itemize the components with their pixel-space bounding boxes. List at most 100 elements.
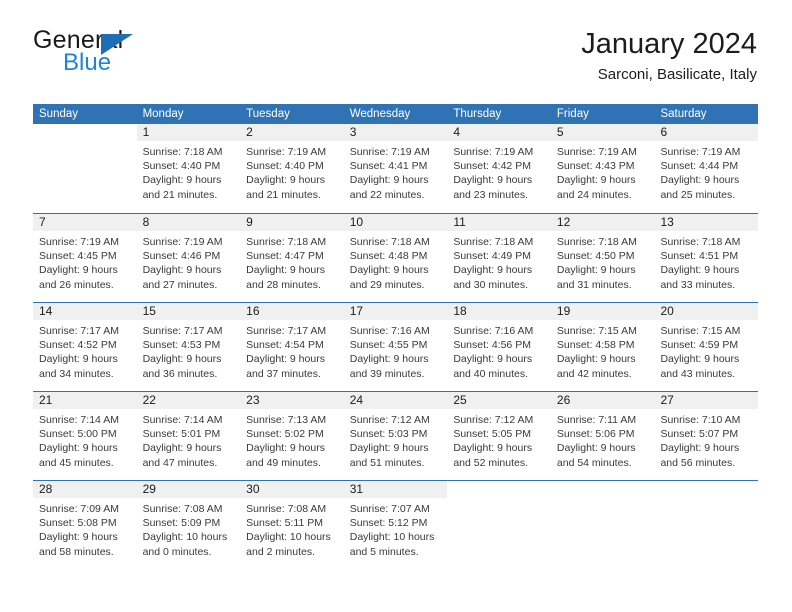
day-number: 5 [550,124,655,141]
page-subtitle: Sarconi, Basilicate, Italy [597,66,757,83]
day-number: 4 [447,124,551,141]
sunrise-time: Sunrise: 7:18 AM [142,146,223,158]
calendar-page: General Blue January 2024 Sarconi, Basil… [0,0,792,612]
calendar-day-cell[interactable]: 5 Sunrise: 7:19 AM Sunset: 4:43 PM Daylight… [550,124,655,213]
day-number: 13 [654,214,759,231]
daylight-duration-hours: Daylight: 9 hours [39,353,118,366]
day-number: 6 [654,124,759,141]
calendar-week-row: 28 Sunrise: 7:09 AM Sunset: 5:08 PM Dayligh… [33,480,758,570]
calendar-day-cell[interactable]: 19 Sunrise: 7:15 AM Sunset: 4:58 PM Dayligh… [550,303,655,391]
day-info: Sunrise: 7:12 AM Sunset: 5:03 PM Daylight:… [344,409,448,470]
calendar-day-cell[interactable]: 14 Sunrise: 7:17 AM Sunset: 4:52 PM Dayligh… [33,303,137,391]
day-number: 7 [33,214,137,231]
sunset-time: Sunset: 4:48 PM [349,250,428,263]
day-number: 3 [343,124,448,141]
calendar-day-cell[interactable]: 13 Sunrise: 7:18 AM Sunset: 4:51 PM Dayligh… [654,214,759,302]
daylight-duration-hours: Daylight: 9 hours [39,264,118,277]
daylight-duration-hours: Daylight: 9 hours [453,264,533,277]
daylight-duration-minutes: and 27 minutes. [142,278,218,291]
calendar-day-cell[interactable]: 29 Sunrise: 7:08 AM Sunset: 5:09 PM Dayligh… [136,481,241,570]
daylight-duration-hours: Daylight: 9 hours [39,442,118,455]
day-info: Sunrise: 7:19 AM Sunset: 4:46 PM Daylight:… [137,231,241,292]
calendar-day-cell[interactable]: 31 Sunrise: 7:07 AM Sunset: 5:12 PM Dayligh… [343,481,448,570]
calendar-day-cell[interactable]: 11 Sunrise: 7:18 AM Sunset: 4:49 PM Dayligh… [447,214,551,302]
calendar-day-cell[interactable]: 28 Sunrise: 7:09 AM Sunset: 5:08 PM Dayligh… [33,481,137,570]
daylight-duration-minutes: and 2 minutes. [246,545,316,558]
sunset-time: Sunset: 4:56 PM [453,339,531,352]
calendar-day-cell-empty [551,481,655,570]
general-blue-logo[interactable]: General Blue [33,26,263,86]
calendar-day-cell-empty [654,481,758,570]
calendar-day-cell[interactable]: 18 Sunrise: 7:16 AM Sunset: 4:56 PM Dayligh… [447,303,551,391]
title-block: January 2024 Sarconi, Basilicate, Italy [581,26,757,86]
day-number: 25 [447,392,551,409]
daylight-duration-hours: Daylight: 9 hours [142,353,222,366]
daylight-duration-minutes: and 24 minutes. [556,188,632,201]
daylight-duration-hours: Daylight: 9 hours [349,442,429,455]
calendar-day-cell[interactable]: 4 Sunrise: 7:19 AM Sunset: 4:42 PM Daylight… [447,124,551,213]
daylight-duration-minutes: and 51 minutes. [349,456,425,469]
daylight-duration-minutes: and 33 minutes. [660,278,736,291]
calendar-day-cell[interactable]: 26 Sunrise: 7:11 AM Sunset: 5:06 PM Dayligh… [550,392,655,480]
sunset-time: Sunset: 4:59 PM [660,339,739,352]
day-info: Sunrise: 7:18 AM Sunset: 4:48 PM Daylight:… [344,231,448,292]
daylight-duration-hours: Daylight: 9 hours [246,174,325,187]
daylight-duration-hours: Daylight: 10 hours [142,531,228,544]
calendar-day-cell[interactable]: 3 Sunrise: 7:19 AM Sunset: 4:41 PM Daylight… [343,124,448,213]
day-info: Sunrise: 7:16 AM Sunset: 4:56 PM Daylight:… [447,320,551,381]
sunset-time: Sunset: 4:47 PM [246,250,324,263]
calendar-week-row: 7 Sunrise: 7:19 AM Sunset: 4:45 PM Daylight… [33,213,759,302]
daylight-duration-hours: Daylight: 9 hours [660,353,740,366]
daylight-duration-hours: Daylight: 9 hours [246,353,325,366]
calendar-day-cell[interactable]: 24 Sunrise: 7:12 AM Sunset: 5:03 PM Dayligh… [343,392,448,480]
calendar-day-cell[interactable]: 2 Sunrise: 7:19 AM Sunset: 4:40 PM Daylight… [240,124,344,213]
daylight-duration-minutes: and 21 minutes. [246,188,321,201]
calendar-day-cell[interactable]: 27 Sunrise: 7:10 AM Sunset: 5:07 PM Dayligh… [654,392,759,480]
daylight-duration-minutes: and 31 minutes. [556,278,632,291]
day-info: Sunrise: 7:15 AM Sunset: 4:59 PM Daylight:… [654,320,758,381]
sunset-time: Sunset: 4:44 PM [660,160,739,173]
sunrise-time: Sunrise: 7:16 AM [349,325,430,337]
calendar-day-cell[interactable]: 21 Sunrise: 7:14 AM Sunset: 5:00 PM Dayligh… [33,392,137,480]
day-number: 14 [33,303,137,320]
day-info: Sunrise: 7:19 AM Sunset: 4:40 PM Daylight:… [240,141,344,202]
sunrise-time: Sunrise: 7:17 AM [246,325,327,337]
calendar-day-cell[interactable]: 17 Sunrise: 7:16 AM Sunset: 4:55 PM Dayligh… [343,303,448,391]
day-number: 27 [654,392,759,409]
sunrise-time: Sunrise: 7:18 AM [660,236,741,248]
sunset-time: Sunset: 4:49 PM [453,250,531,263]
calendar-day-cell[interactable]: 22 Sunrise: 7:14 AM Sunset: 5:01 PM Dayligh… [136,392,241,480]
calendar-day-cell[interactable]: 9 Sunrise: 7:18 AM Sunset: 4:47 PM Daylight… [240,214,344,302]
sunset-time: Sunset: 5:00 PM [39,428,117,441]
calendar-day-cell[interactable]: 6 Sunrise: 7:19 AM Sunset: 4:44 PM Daylight… [654,124,759,213]
calendar-day-cell[interactable]: 30 Sunrise: 7:08 AM Sunset: 5:11 PM Dayligh… [240,481,344,570]
daylight-duration-minutes: and 29 minutes. [349,278,425,291]
logo-word-blue: Blue [63,49,112,76]
sunset-time: Sunset: 4:55 PM [349,339,428,352]
daylight-duration-hours: Daylight: 9 hours [556,353,636,366]
day-info: Sunrise: 7:12 AM Sunset: 5:05 PM Daylight:… [447,409,551,470]
weekday-header-saturday: Saturday [660,108,707,120]
daylight-duration-minutes: and 34 minutes. [39,367,114,380]
weekday-header-friday: Friday [556,108,589,120]
weekday-header-row: Sunday Monday Tuesday Wednesday Thursday… [33,104,758,124]
calendar-day-cell[interactable]: 10 Sunrise: 7:18 AM Sunset: 4:48 PM Dayligh… [343,214,448,302]
calendar-day-cell[interactable]: 16 Sunrise: 7:17 AM Sunset: 4:54 PM Dayligh… [240,303,344,391]
daylight-duration-minutes: and 47 minutes. [142,456,218,469]
calendar-week-row: 21 Sunrise: 7:14 AM Sunset: 5:00 PM Dayligh… [33,391,759,480]
calendar-day-cell[interactable]: 8 Sunrise: 7:19 AM Sunset: 4:46 PM Daylight… [136,214,241,302]
sunrise-time: Sunrise: 7:19 AM [556,146,637,158]
day-number: 26 [550,392,655,409]
calendar-day-cell[interactable]: 15 Sunrise: 7:17 AM Sunset: 4:53 PM Dayligh… [136,303,241,391]
calendar-grid: Sunday Monday Tuesday Wednesday Thursday… [33,104,759,570]
sunrise-time: Sunrise: 7:08 AM [142,503,223,515]
calendar-day-cell[interactable]: 23 Sunrise: 7:13 AM Sunset: 5:02 PM Dayligh… [240,392,344,480]
calendar-day-cell[interactable]: 12 Sunrise: 7:18 AM Sunset: 4:50 PM Dayligh… [550,214,655,302]
day-info: Sunrise: 7:19 AM Sunset: 4:44 PM Daylight:… [654,141,758,202]
calendar-day-cell[interactable]: 25 Sunrise: 7:12 AM Sunset: 5:05 PM Dayligh… [447,392,551,480]
calendar-day-cell[interactable]: 7 Sunrise: 7:19 AM Sunset: 4:45 PM Daylight… [33,214,137,302]
calendar-day-cell[interactable]: 20 Sunrise: 7:15 AM Sunset: 4:59 PM Dayligh… [654,303,759,391]
sunset-time: Sunset: 4:45 PM [39,250,117,263]
sunrise-time: Sunrise: 7:18 AM [556,236,637,248]
calendar-day-cell[interactable]: 1 Sunrise: 7:18 AM Sunset: 4:40 PM Daylight… [136,124,241,213]
